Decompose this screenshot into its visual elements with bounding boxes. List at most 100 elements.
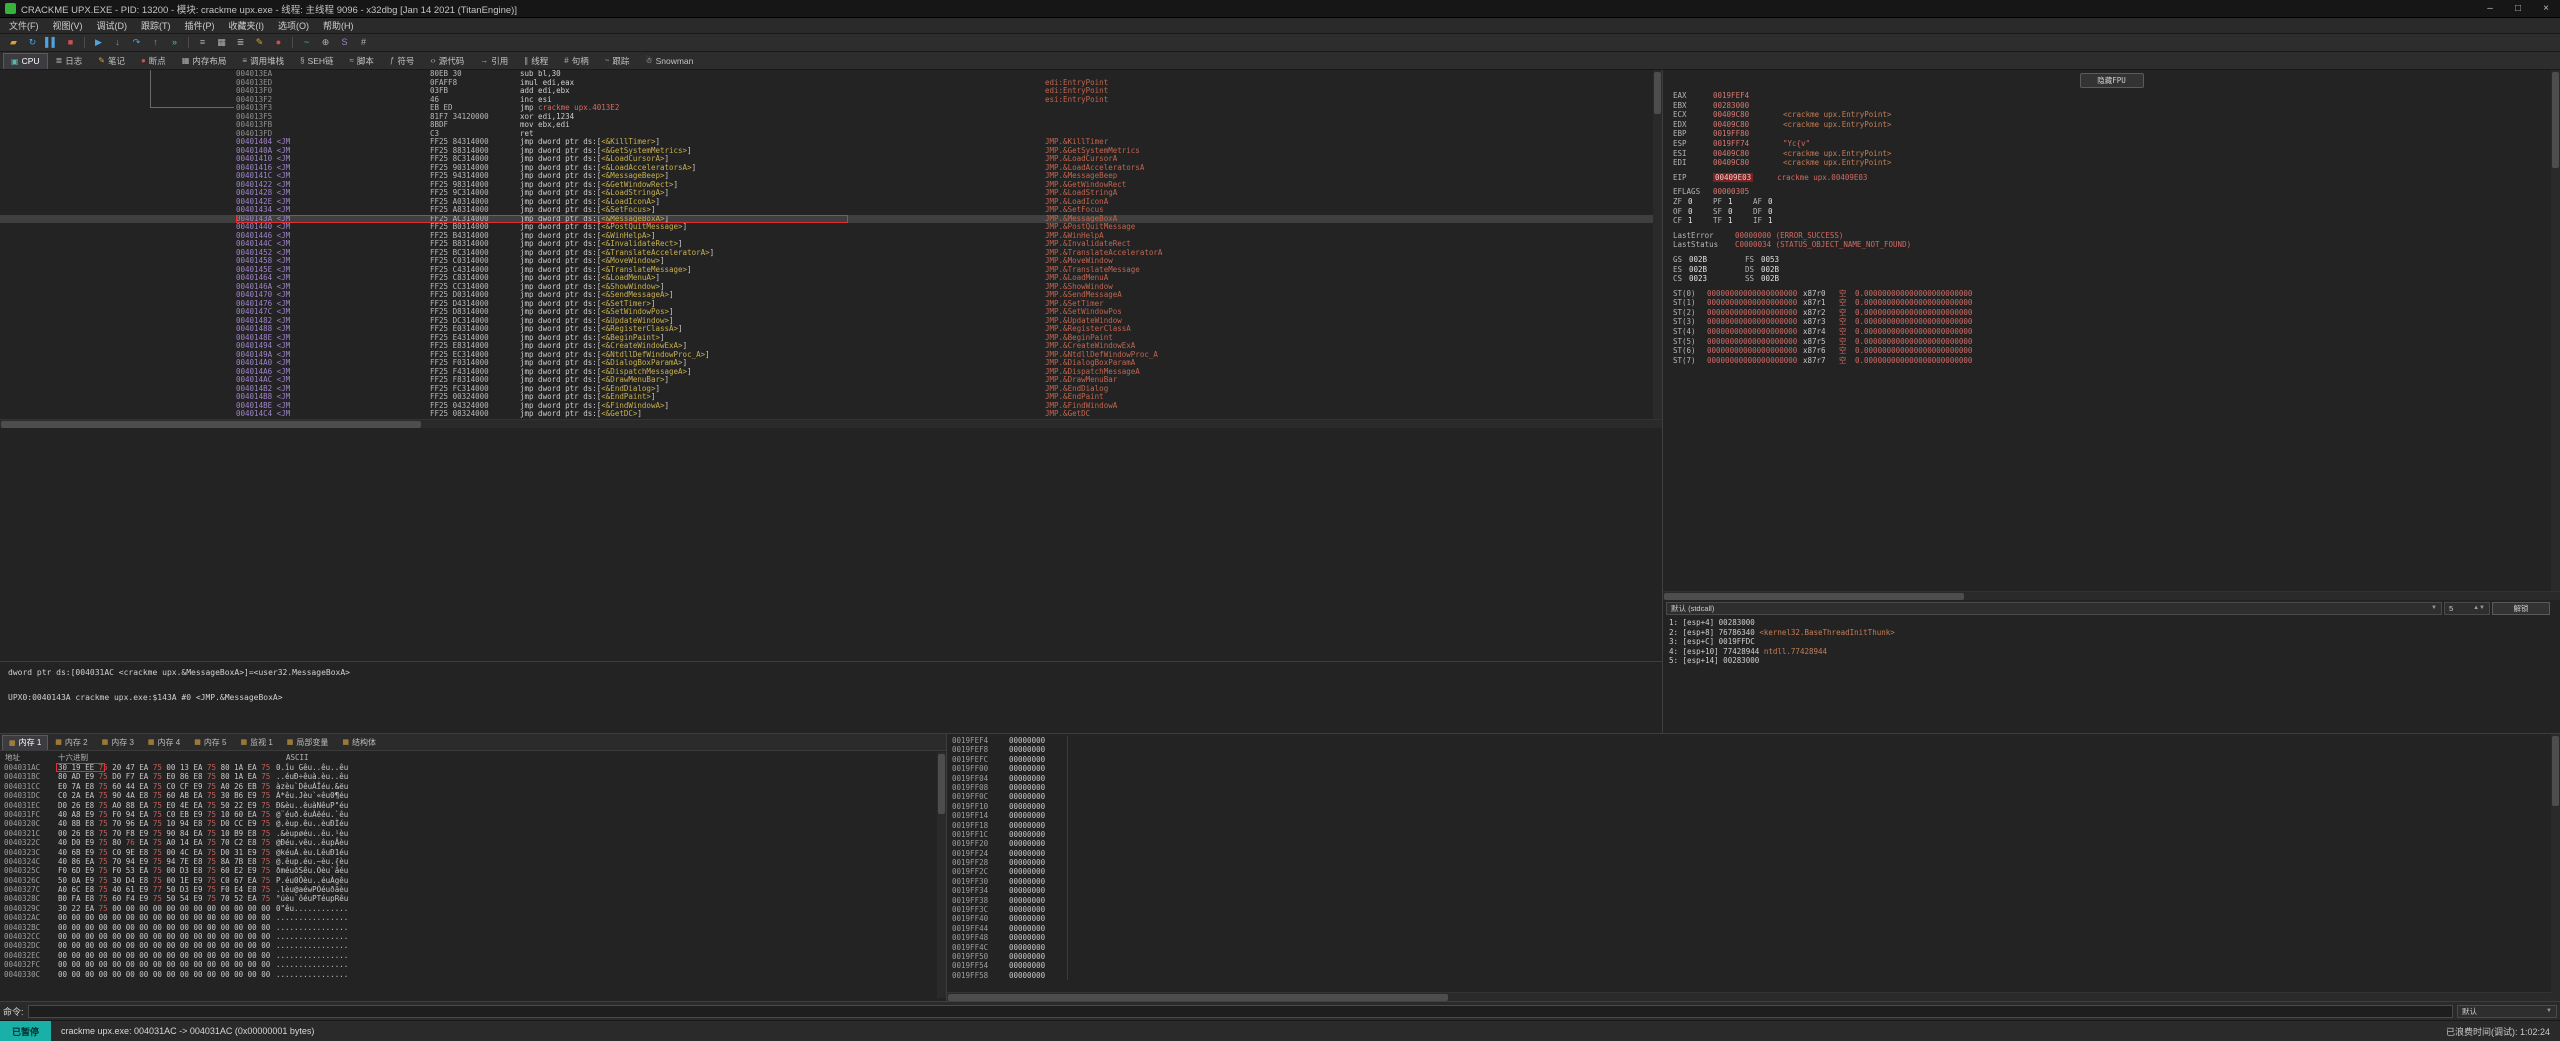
stack-row[interactable]: 0019FEF400000000 (947, 736, 2560, 745)
tab-内存布局[interactable]: ▦内存布局 (174, 53, 235, 69)
dump-row[interactable]: 0040321C00 26 E8 75 70 F8 E9 75 90 84 EA… (0, 829, 946, 838)
menu-item-插件[interactable]: 插件(P) (178, 18, 222, 33)
register-row[interactable]: EDX00409C80<crackme upx.EntryPoint> (1663, 120, 2560, 130)
dump-row[interactable]: 0040324C40 86 EA 75 70 94 E9 75 94 7E E8… (0, 857, 946, 866)
stack-row[interactable]: 0019FF5800000000 (947, 971, 2560, 980)
tab-Snowman[interactable]: ☃Snowman (637, 53, 701, 69)
st-register-row[interactable]: ST(7)00000000000000000000x87r7空0.0000000… (1663, 356, 2560, 366)
stack-row[interactable]: 0019FF0000000000 (947, 764, 2560, 773)
disasm-row[interactable]: 004014C4 <JMFF25 08324000jmp dword ptr d… (0, 410, 1662, 419)
menu-item-文件[interactable]: 文件(F) (2, 18, 46, 33)
registers-vscrollbar[interactable] (2551, 70, 2560, 591)
disassembly-vscrollbar[interactable] (1653, 70, 1662, 419)
tab-句柄[interactable]: #句柄 (556, 53, 596, 69)
stack-row[interactable]: 0019FEFC00000000 (947, 755, 2560, 764)
tab-断点[interactable]: ●断点 (133, 53, 174, 69)
dump-row[interactable]: 0040320C40 8B E8 75 70 96 EA 75 10 94 E8… (0, 819, 946, 828)
calling-convention-select[interactable]: 默认 (stdcall) ▼ (1666, 602, 2442, 615)
dump-row[interactable]: 004032FC00 00 00 00 00 00 00 00 00 00 00… (0, 960, 946, 969)
scroll-thumb[interactable] (2552, 736, 2559, 806)
dump-tab-内存 2[interactable]: ▦内存 2 (48, 735, 94, 750)
execute-till-return-icon[interactable]: ↑ (147, 35, 164, 50)
stack-row[interactable]: 0019FF1400000000 (947, 811, 2560, 820)
registers-hscrollbar[interactable] (1663, 591, 2560, 600)
dump-tab-内存 5[interactable]: ▦内存 5 (187, 735, 233, 750)
stack-row[interactable]: 0019FF2000000000 (947, 839, 2560, 848)
tab-脚本[interactable]: ≈脚本 (342, 53, 382, 69)
dump-row[interactable]: 0040322C40 D0 E9 75 80 76 EA 75 A0 14 EA… (0, 838, 946, 847)
flags-row[interactable]: ZF0PF1AF0 (1663, 197, 2560, 207)
stack-hscrollbar[interactable] (947, 992, 2560, 1001)
dump-row[interactable]: 004031FC40 A8 E9 75 F0 94 EA 75 C0 EB E9… (0, 810, 946, 819)
dump-tab-内存 4[interactable]: ▦内存 4 (141, 735, 187, 750)
segments-row[interactable]: ES002BDS002B (1663, 265, 2560, 275)
stack-row[interactable]: 0019FF1000000000 (947, 802, 2560, 811)
tab-线程[interactable]: ∥线程 (516, 53, 556, 69)
stack-row[interactable]: 0019FF5400000000 (947, 961, 2560, 970)
stack-row[interactable]: 0019FF3000000000 (947, 877, 2560, 886)
register-row[interactable]: ESP0019FF74"Yc{v" (1663, 139, 2560, 149)
dump-row[interactable]: 004032AC00 00 00 00 00 00 00 00 00 00 00… (0, 913, 946, 922)
command-profile-select[interactable]: 默认 ▼ (2457, 1005, 2557, 1018)
dump-row[interactable]: 004031AC30 19 EE 75 20 47 EA 75 00 13 EA… (0, 763, 946, 772)
stack-vscrollbar[interactable] (2551, 734, 2560, 993)
st-register-row[interactable]: ST(1)00000000000000000000x87r1空0.0000000… (1663, 298, 2560, 308)
stop-icon[interactable]: ■ (62, 35, 79, 50)
register-row[interactable]: EDI00409C80<crackme upx.EntryPoint> (1663, 158, 2560, 168)
run-icon[interactable]: ▶ (90, 35, 107, 50)
stack-row[interactable]: 0019FF1C00000000 (947, 830, 2560, 839)
dump-row[interactable]: 004032CC00 00 00 00 00 00 00 00 00 00 00… (0, 932, 946, 941)
minimize-button[interactable]: – (2476, 0, 2504, 17)
scroll-thumb[interactable] (1, 421, 421, 428)
dump-row[interactable]: 004032DC00 00 00 00 00 00 00 00 00 00 00… (0, 941, 946, 950)
stack-row[interactable]: 0019FF4400000000 (947, 924, 2560, 933)
dump-tab-结构体[interactable]: ▦结构体 (335, 735, 383, 750)
dump-row[interactable]: 004032BC00 00 00 00 00 00 00 00 00 00 00… (0, 923, 946, 932)
segments-row[interactable]: GS002BFS0053 (1663, 255, 2560, 265)
call-argument[interactable]: 1: [esp+4] 00283000 (1669, 618, 2560, 628)
last-error-row[interactable]: LastError00000000 (ERROR_SUCCESS) (1663, 231, 2560, 241)
stack-row[interactable]: 0019FF2C00000000 (947, 867, 2560, 876)
dump-row[interactable]: 004031DCC0 2A EA 75 90 4A E8 75 60 AB EA… (0, 791, 946, 800)
dump-row[interactable]: 004031ECD0 26 E8 75 A0 88 EA 75 E0 4E EA… (0, 801, 946, 810)
dump-row[interactable]: 0040327CA0 6C E8 75 40 61 E9 77 50 D3 E9… (0, 885, 946, 894)
register-row[interactable]: EBX00283000 (1663, 101, 2560, 111)
registers-view[interactable]: 隐藏FPU EAX0019FEF4EBX00283000ECX00409C80<… (1663, 70, 2560, 591)
tab-源代码[interactable]: ‹›源代码 (422, 53, 472, 69)
dump-row[interactable]: 0040328CB0 FA E8 75 60 F4 E9 75 50 54 E9… (0, 894, 946, 903)
stack-row[interactable]: 0019FF4C00000000 (947, 943, 2560, 952)
dump-vscrollbar[interactable] (937, 752, 946, 998)
threads-icon[interactable]: ≡ (194, 35, 211, 50)
flags-row[interactable]: CF1TF1IF1 (1663, 216, 2560, 226)
dump-row[interactable]: 0040326C50 0A E9 75 30 D4 E8 75 00 1E E9… (0, 876, 946, 885)
st-register-row[interactable]: ST(2)00000000000000000000x87r2空0.0000000… (1663, 308, 2560, 318)
stack-row[interactable]: 0019FF4800000000 (947, 933, 2560, 942)
segments-row[interactable]: CS0023SS002B (1663, 274, 2560, 284)
stack-row[interactable]: 0019FF2800000000 (947, 858, 2560, 867)
argument-count-stepper[interactable]: 5 ▲▼ (2444, 602, 2490, 615)
register-row[interactable]: ESI00409C80<crackme upx.EntryPoint> (1663, 149, 2560, 159)
dump-row[interactable]: 004031CCE0 7A E8 75 60 44 EA 75 C0 CF E9… (0, 782, 946, 791)
run-to-user-code-icon[interactable]: » (166, 35, 183, 50)
maximize-button[interactable]: □ (2504, 0, 2532, 17)
register-row-eflags[interactable]: EFLAGS00000305 (1663, 187, 2560, 197)
tab-SEH链[interactable]: §SEH链 (292, 53, 341, 69)
scroll-thumb[interactable] (1654, 72, 1661, 114)
call-argument[interactable]: 4: [esp+10] 77428944 ntdll.77428944 (1669, 647, 2560, 657)
dump-row[interactable]: 004031BC80 AD E9 75 D0 F7 EA 75 E0 86 E8… (0, 772, 946, 781)
tab-引用[interactable]: →引用 (472, 53, 516, 69)
call-argument[interactable]: 2: [esp+8] 76786340 <kernel32.BaseThread… (1669, 628, 2560, 638)
dump-tab-监视 1[interactable]: ▦监视 1 (233, 735, 279, 750)
dump-tab-局部变量[interactable]: ▦局部变量 (280, 735, 336, 750)
stack-row[interactable]: 0019FF3800000000 (947, 896, 2560, 905)
register-row[interactable]: ECX00409C80<crackme upx.EntryPoint> (1663, 110, 2560, 120)
tab-符号[interactable]: ƒ符号 (382, 53, 422, 69)
breakpoints-icon[interactable]: ● (270, 35, 287, 50)
disassembly-hscrollbar[interactable] (0, 419, 1662, 428)
tab-CPU[interactable]: ▣CPU (3, 53, 48, 69)
register-row-eip[interactable]: EIP00409E03crackme upx.00409E03 (1663, 173, 2560, 183)
memory-map-icon[interactable]: ▦ (213, 35, 230, 50)
call-argument[interactable]: 3: [esp+C] 0019FFDC (1669, 637, 2560, 647)
register-row[interactable]: EAX0019FEF4 (1663, 91, 2560, 101)
disassembly-view[interactable]: 004013EA80EB 30sub bl,30004013ED0FAFF8im… (0, 70, 1662, 419)
